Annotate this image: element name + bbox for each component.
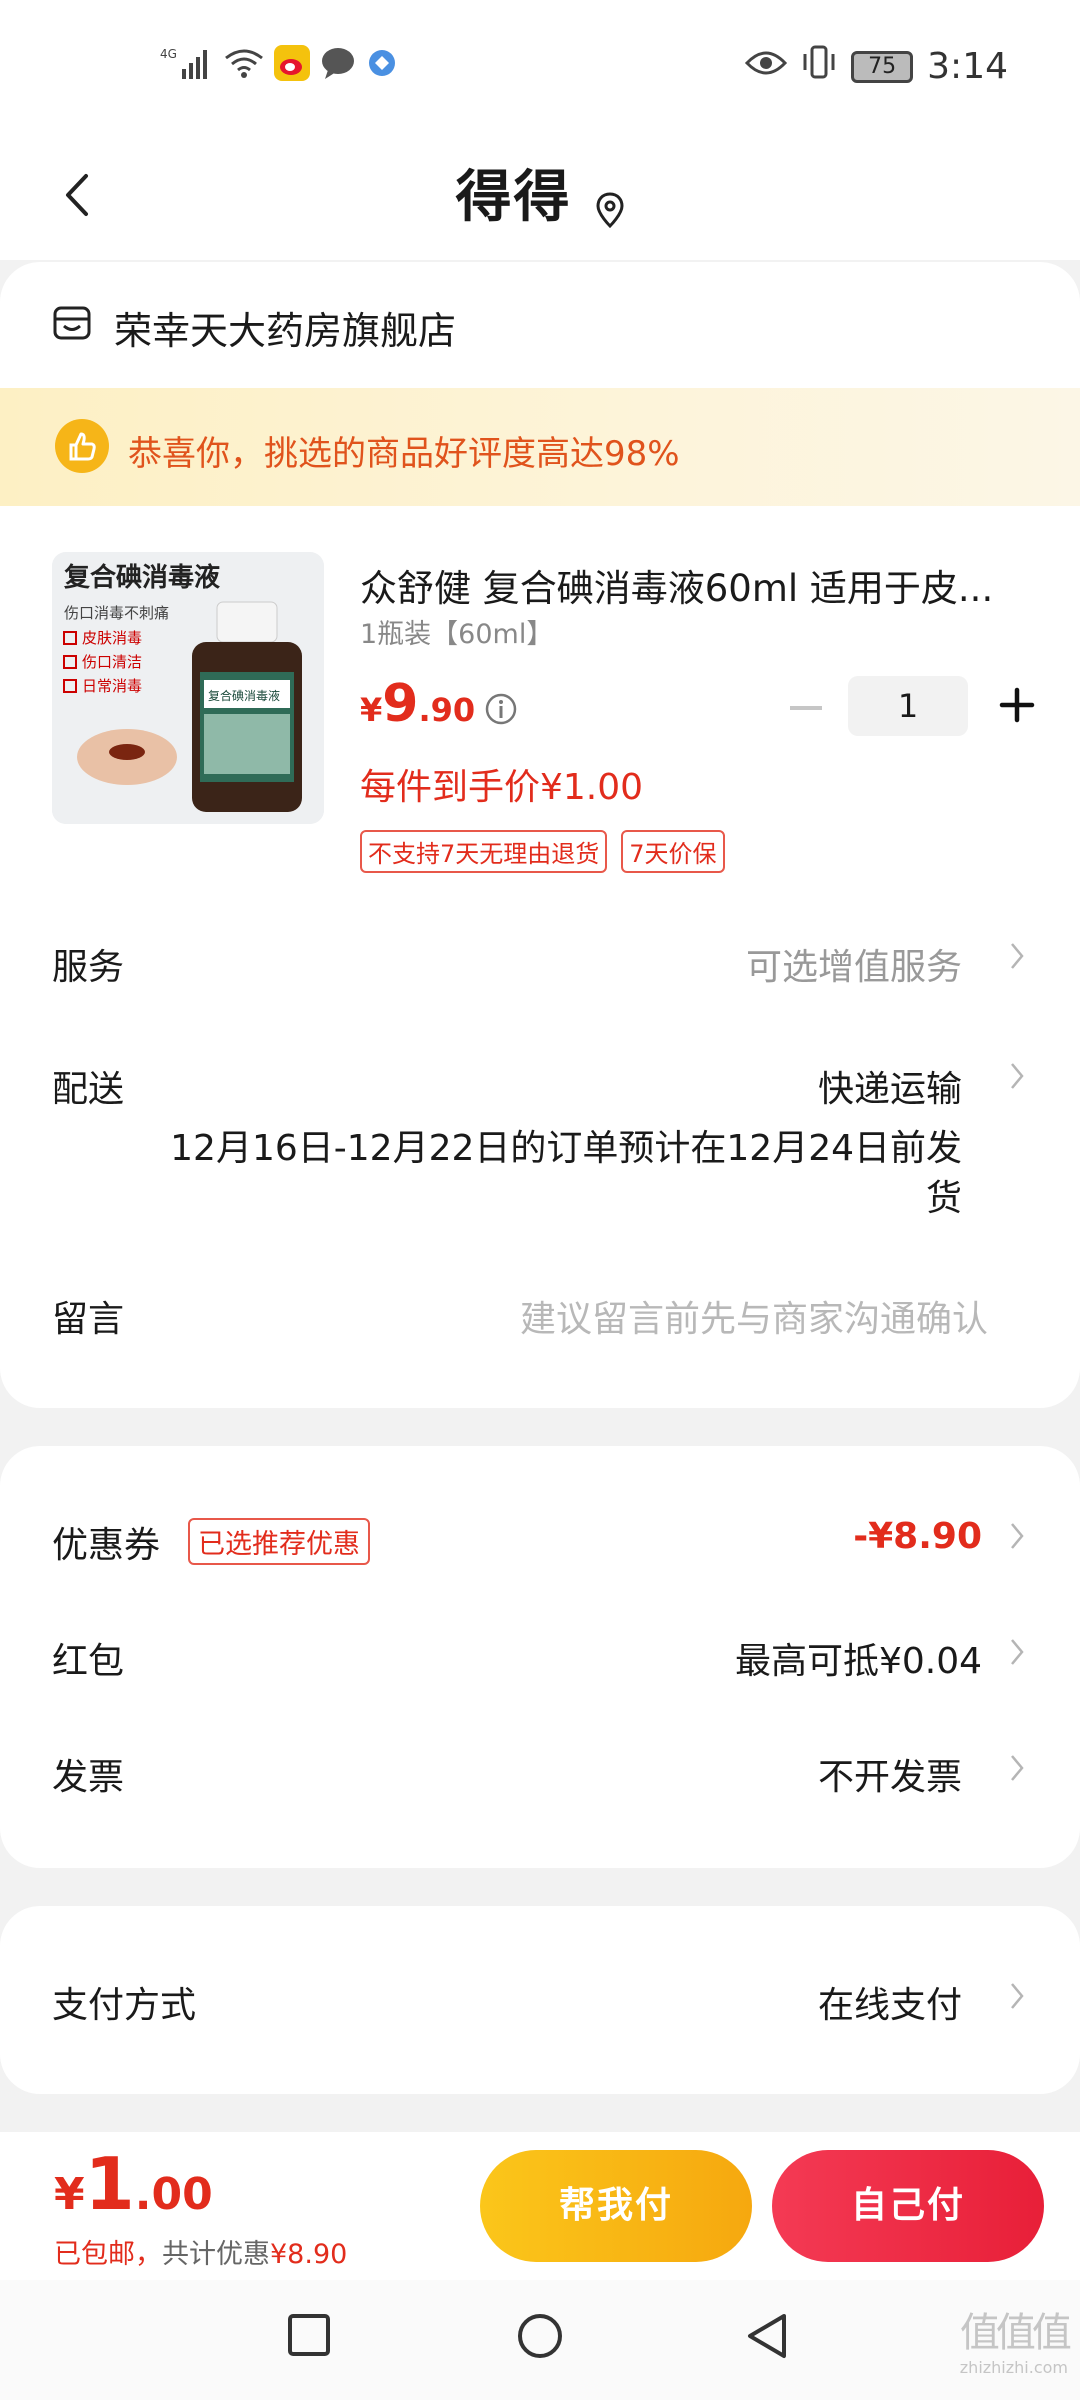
- location-pin-icon[interactable]: [595, 191, 625, 232]
- per-item-price: 每件到手价¥1.00: [360, 767, 644, 808]
- red-packet-chevron-icon[interactable]: [1010, 1636, 1024, 1676]
- price-decimal: .90: [418, 691, 476, 729]
- coupon-value[interactable]: -¥8.90: [853, 1516, 982, 1557]
- page-title: 得得: [455, 165, 572, 230]
- message-icon: [320, 46, 356, 84]
- watermark-text: 值值值: [959, 2310, 1072, 2356]
- total-decimal: .00: [134, 2169, 213, 2220]
- price-currency: ¥: [360, 691, 383, 729]
- message-input[interactable]: 建议留言前先与商家沟通确认: [520, 1290, 988, 1342]
- status-bar: 4G 75 3:14: [0, 0, 1080, 130]
- product-title[interactable]: 众舒健 复合碘消毒液60ml 适用于皮...: [360, 558, 1020, 612]
- svg-text:日常消毒: 日常消毒: [82, 677, 142, 695]
- svg-text:皮肤消毒: 皮肤消毒: [82, 629, 142, 647]
- status-icons-right: 75 3:14: [745, 44, 1008, 89]
- service-value[interactable]: 可选增值服务: [746, 938, 962, 990]
- quantity-value[interactable]: 1: [848, 676, 968, 736]
- status-icons-left: 4G: [160, 45, 398, 85]
- shop-name: 荣幸天大药房旗舰店: [114, 309, 457, 353]
- shipping-note: 已包邮，共计优惠¥8.90: [54, 2232, 347, 2271]
- delivery-chevron-icon[interactable]: [1010, 1060, 1024, 1100]
- free-shipping-text: 已包邮，: [54, 2239, 162, 2270]
- coupon-label: 优惠券: [52, 1525, 161, 1566]
- total-integer: 1: [84, 2142, 135, 2226]
- message-label: 留言: [52, 1299, 125, 1340]
- self-pay-button[interactable]: 自己付: [772, 2150, 1044, 2262]
- delivery-value[interactable]: 快递运输: [818, 1060, 962, 1112]
- svg-text:4G: 4G: [160, 47, 177, 61]
- banner-text: 恭喜你，挑选的商品好评度高达98%: [128, 434, 680, 474]
- delivery-estimate: 12月16日-12月22日的订单预计在12月24日前发货: [170, 1128, 962, 1219]
- triangle-back-icon: [748, 2314, 786, 2358]
- svg-text:复合碘消毒液: 复合碘消毒液: [64, 562, 220, 593]
- red-packet-label: 红包: [52, 1641, 125, 1682]
- red-packet-value[interactable]: 最高可抵¥0.04: [735, 1632, 982, 1684]
- signal-icon: 4G: [160, 45, 214, 85]
- svg-text:复合碘消毒液: 复合碘消毒液: [208, 688, 280, 703]
- clock: 3:14: [927, 46, 1008, 87]
- product-spec[interactable]: 1瓶装【60ml】: [360, 612, 553, 651]
- total-discount-value: ¥8.90: [270, 2239, 348, 2270]
- page-header: 得得: [0, 130, 1080, 260]
- invoice-label: 发票: [52, 1757, 125, 1798]
- circle-icon: [518, 2314, 562, 2358]
- rating-banner: 恭喜你，挑选的商品好评度高达98%: [0, 388, 1080, 506]
- svg-text:伤口消毒不刺痛: 伤口消毒不刺痛: [64, 604, 169, 622]
- tag-price-protect[interactable]: 7天价保: [621, 830, 725, 873]
- coupon-tag: 已选推荐优惠: [188, 1518, 370, 1565]
- battery-indicator: 75: [851, 50, 914, 83]
- back-nav-button[interactable]: [744, 2312, 790, 2364]
- watermark-logo: 值值值 zhizhizhi.com: [959, 2300, 1072, 2377]
- payment-value[interactable]: 在线支付: [818, 1976, 962, 2028]
- product-tags: 不支持7天无理由退货 7天价保: [360, 830, 725, 873]
- square-icon: [288, 2314, 330, 2356]
- title-wrap: 得得: [0, 152, 1080, 233]
- delivery-label: 配送: [52, 1069, 125, 1110]
- weibo-icon: [274, 45, 310, 85]
- total-discount-label: 共计优惠: [162, 2239, 270, 2270]
- svg-text:伤口清洁: 伤口清洁: [82, 653, 142, 671]
- app-notification-icon: [366, 47, 398, 83]
- product-image[interactable]: 复合碘消毒液 伤口消毒不刺痛 皮肤消毒 伤口清洁 日常消毒 复合碘消毒液: [52, 552, 324, 824]
- total-price: ¥1.00: [54, 2142, 213, 2226]
- tag-no-return: 不支持7天无理由退货: [360, 830, 608, 873]
- price-info-icon[interactable]: [484, 692, 518, 730]
- help-pay-button[interactable]: 帮我付: [480, 2150, 752, 2262]
- recent-apps-button[interactable]: [286, 2312, 332, 2362]
- product-price: ¥9.90: [360, 674, 475, 734]
- store-icon: [52, 303, 92, 352]
- shop-row[interactable]: 荣幸天大药房旗舰店: [52, 300, 456, 355]
- total-currency: ¥: [54, 2169, 85, 2220]
- quantity-increase-button[interactable]: [992, 680, 1042, 730]
- eye-icon: [745, 46, 788, 87]
- payment-chevron-icon[interactable]: [1010, 1980, 1024, 2020]
- home-button[interactable]: [516, 2312, 564, 2364]
- vibrate-icon: [801, 44, 837, 89]
- invoice-value[interactable]: 不开发票: [818, 1748, 962, 1800]
- watermark-url: zhizhizhi.com: [959, 2358, 1068, 2377]
- service-chevron-icon[interactable]: [1010, 940, 1024, 980]
- quantity-decrease-button[interactable]: [790, 706, 822, 710]
- invoice-chevron-icon[interactable]: [1010, 1752, 1024, 1792]
- wifi-icon: [224, 46, 264, 84]
- plus-icon: [999, 687, 1035, 723]
- system-nav-bar: 值值值 zhizhizhi.com: [0, 2280, 1080, 2400]
- checkout-bar: ¥1.00 已包邮，共计优惠¥8.90 帮我付 自己付: [0, 2132, 1080, 2280]
- coupon-chevron-icon[interactable]: [1010, 1520, 1024, 1560]
- discount-card: 优惠券 已选推荐优惠 -¥8.90 红包 最高可抵¥0.04 发票 不开发票: [0, 1446, 1080, 1868]
- order-card: 荣幸天大药房旗舰店 恭喜你，挑选的商品好评度高达98% 复合碘消毒液 伤口消毒不…: [0, 262, 1080, 1408]
- payment-label: 支付方式: [52, 1985, 197, 2026]
- service-label: 服务: [52, 947, 125, 988]
- payment-card: 支付方式 在线支付: [0, 1906, 1080, 2094]
- thumbs-up-icon: [55, 419, 109, 473]
- price-integer: 9: [382, 674, 419, 734]
